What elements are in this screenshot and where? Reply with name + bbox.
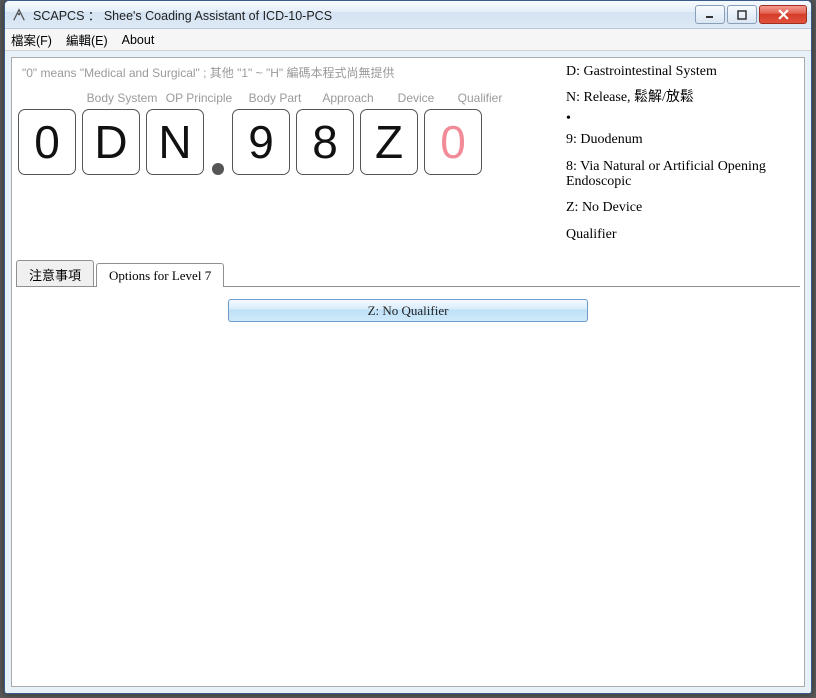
code-box-1[interactable]: 0 (18, 109, 76, 175)
desc-device: Z: No Device (566, 200, 796, 215)
app-icon (11, 7, 27, 23)
menu-file[interactable]: 檔案(F) (11, 30, 52, 49)
label-body-part: Body Part (236, 91, 314, 105)
label-device: Device (382, 91, 450, 105)
desc-qualifier: Qualifier (566, 227, 796, 242)
code-box-3[interactable]: N (146, 109, 204, 175)
option-z-no-qualifier[interactable]: Z: No Qualifier (228, 299, 588, 322)
maximize-button[interactable] (727, 5, 757, 24)
dot-separator (212, 163, 224, 175)
code-area: "0" means "Medical and Surgical" ; 其他 "1… (18, 62, 556, 253)
label-op-principle: OP Principle (162, 91, 236, 105)
menubar: 檔案(F) 編輯(E) About (5, 29, 811, 51)
axis-labels-row: Body System OP Principle Body Part Appro… (18, 87, 556, 107)
minimize-button[interactable] (695, 5, 725, 24)
code-box-5[interactable]: 8 (296, 109, 354, 175)
label-qualifier: Qualifier (450, 91, 510, 105)
tab-options[interactable]: Options for Level 7 (96, 263, 224, 287)
tab-content: Z: No Qualifier (16, 286, 800, 681)
menu-about[interactable]: About (122, 33, 155, 47)
code-box-4[interactable]: 9 (232, 109, 290, 175)
client-area: "0" means "Medical and Surgical" ; 其他 "1… (11, 57, 805, 687)
app-window: SCAPCS ： Shee's Coading Assistant of ICD… (4, 0, 812, 694)
description-panel: D: Gastrointestinal System N: Release, 鬆… (566, 62, 796, 253)
desc-body-system: D: Gastrointestinal System (566, 64, 796, 79)
window-title: SCAPCS ： Shee's Coading Assistant of ICD… (33, 5, 695, 24)
menu-edit[interactable]: 編輯(E) (66, 30, 108, 49)
code-box-2[interactable]: D (82, 109, 140, 175)
desc-approach: 8: Via Natural or Artificial Opening End… (566, 159, 796, 190)
label-body-system: Body System (82, 91, 162, 105)
code-box-7[interactable]: 0 (424, 109, 482, 175)
tab-strip: 注意事項 Options for Level 7 (12, 261, 804, 287)
titlebar[interactable]: SCAPCS ： Shee's Coading Assistant of ICD… (5, 1, 811, 29)
desc-bullet: • (566, 111, 796, 126)
tab-notes[interactable]: 注意事項 (16, 260, 94, 287)
code-box-6[interactable]: Z (360, 109, 418, 175)
desc-operation: N: Release, 鬆解/放鬆 (566, 90, 796, 105)
close-button[interactable] (759, 5, 807, 24)
hint-text: "0" means "Medical and Surgical" ; 其他 "1… (18, 62, 556, 87)
desc-body-part: 9: Duodenum (566, 132, 796, 147)
label-approach: Approach (314, 91, 382, 105)
